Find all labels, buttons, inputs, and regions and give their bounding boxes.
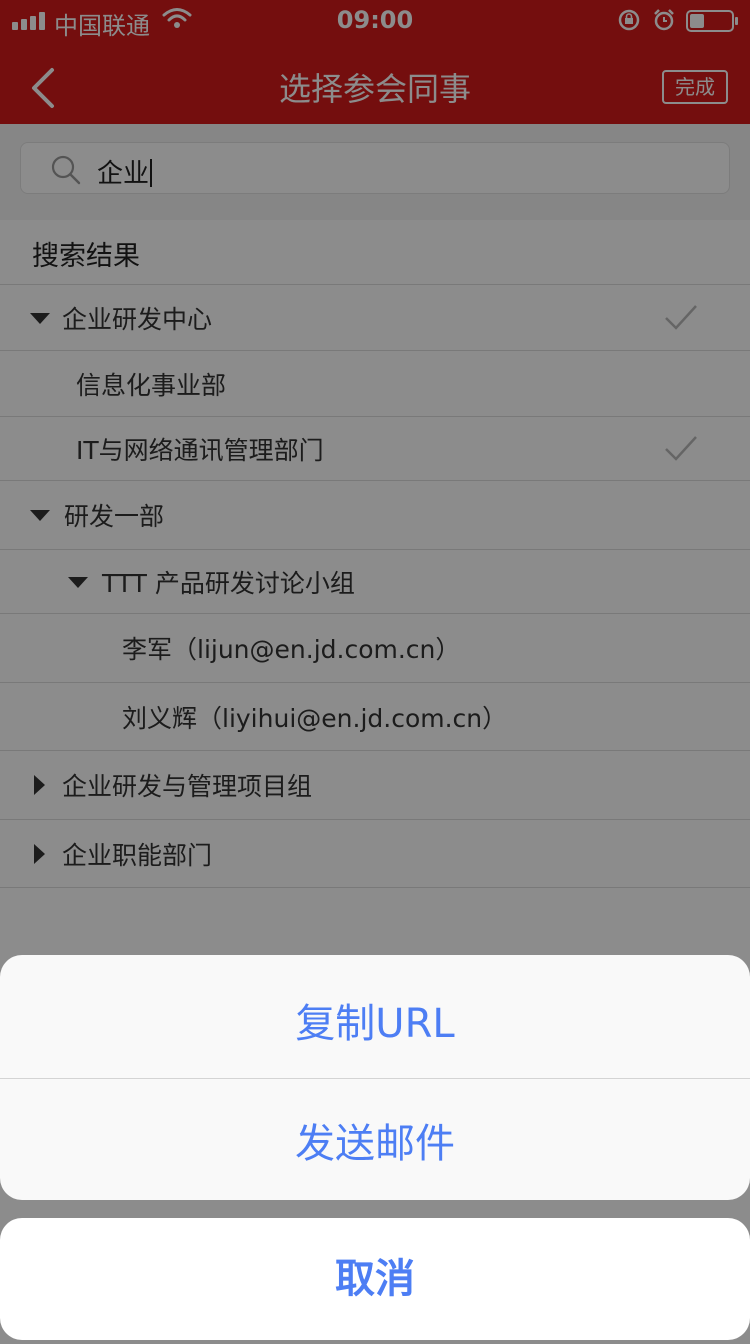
copy-url-button[interactable]: 复制URL (0, 991, 750, 1049)
divider (0, 1078, 750, 1079)
cancel-button[interactable]: 取消 (0, 1218, 750, 1340)
action-sheet: 复制URL 发送邮件 (0, 955, 750, 1200)
send-email-button[interactable]: 发送邮件 (0, 1111, 750, 1169)
